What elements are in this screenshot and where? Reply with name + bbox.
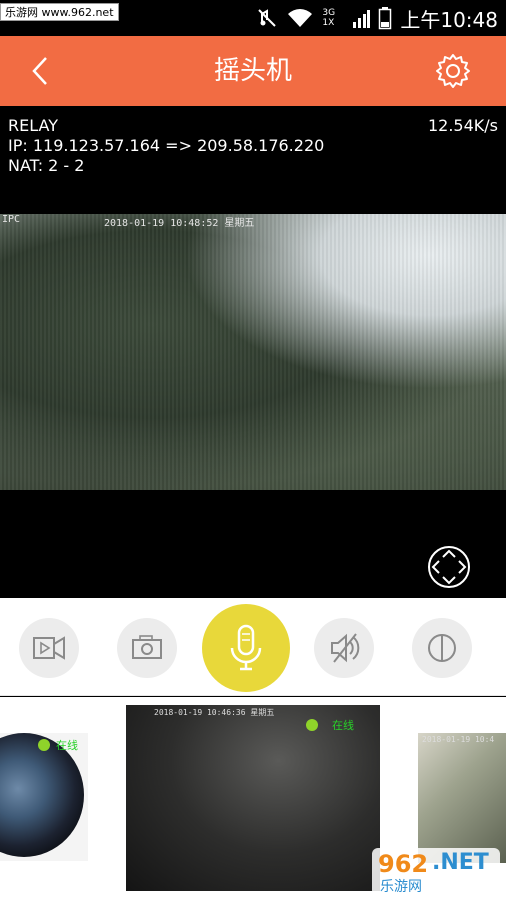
camera-thumbnail-strip: 在线 2018-01-19 10:46:36 星期五 在线 2018-01-19…	[0, 697, 506, 900]
half-circle-icon	[428, 634, 456, 662]
bitrate: 12.54K/s	[427, 116, 498, 135]
camera-thumbnail-center[interactable]: 2018-01-19 10:46:36 星期五 在线	[126, 705, 380, 891]
watermark-text: 乐游网	[380, 879, 422, 895]
mute-button[interactable]	[314, 618, 374, 678]
thumbnail-timestamp: 2018-01-19 10:4	[422, 735, 495, 744]
wifi-icon	[288, 9, 313, 27]
watermark-top: 乐游网 www.962.net	[0, 3, 119, 21]
online-label: 在线	[56, 739, 78, 752]
battery-icon	[379, 7, 392, 30]
online-status-dot	[38, 739, 50, 751]
speaker-muted-icon	[331, 633, 360, 663]
video-texture	[0, 214, 506, 490]
video-camera-icon	[33, 636, 65, 660]
live-video[interactable]: IPC 2018-01-19 10:48:52 星期五	[0, 214, 506, 490]
microphone-icon	[230, 624, 262, 671]
network-type-label: 3G 1X	[322, 8, 336, 28]
camera-icon	[132, 635, 162, 659]
online-status-dot	[306, 719, 318, 731]
page-title: 摇头机	[213, 56, 292, 86]
app-bar: 摇头机	[0, 36, 506, 106]
status-clock: 上午10:48	[400, 7, 498, 32]
watermark-number: 962	[378, 850, 429, 878]
record-button[interactable]	[19, 618, 79, 678]
video-area: IPC 2018-01-19 10:48:52 星期五	[0, 214, 506, 598]
watermark-suffix: .NET	[432, 850, 489, 875]
status-icons: 3G 1X 上午10:48	[256, 4, 498, 32]
snapshot-button[interactable]	[117, 618, 177, 678]
status-bar: 乐游网 www.962.net 3G 1X 上午10:48	[0, 0, 506, 36]
talk-button[interactable]	[202, 604, 290, 692]
online-label: 在线	[332, 719, 354, 732]
camera-thumbnail-right[interactable]: 2018-01-19 10:4	[418, 733, 506, 863]
back-chevron-icon[interactable]	[24, 52, 60, 90]
pan-tilt-arrows-icon[interactable]	[426, 544, 472, 590]
thumbnail-timestamp: 2018-01-19 10:46:36 星期五	[154, 708, 275, 717]
connection-info: RELAY IP: 119.123.57.164 => 209.58.176.2…	[0, 106, 506, 214]
ip-route: IP: 119.123.57.164 => 209.58.176.220	[8, 136, 325, 155]
mute-icon	[258, 9, 277, 27]
relay-mode: RELAY	[8, 116, 58, 135]
display-mode-button[interactable]	[412, 618, 472, 678]
signal-icon	[353, 10, 371, 28]
site-watermark-logo: 962 .NET 乐游网	[372, 848, 500, 896]
control-bar	[0, 598, 506, 696]
osd-timestamp: 2018-01-19 10:48:52 星期五	[104, 218, 255, 229]
nat-type: NAT: 2 - 2	[8, 156, 85, 175]
gear-icon[interactable]	[434, 52, 472, 90]
camera-thumbnail-left[interactable]: 在线	[0, 733, 88, 861]
osd-label: IPC	[2, 214, 21, 225]
